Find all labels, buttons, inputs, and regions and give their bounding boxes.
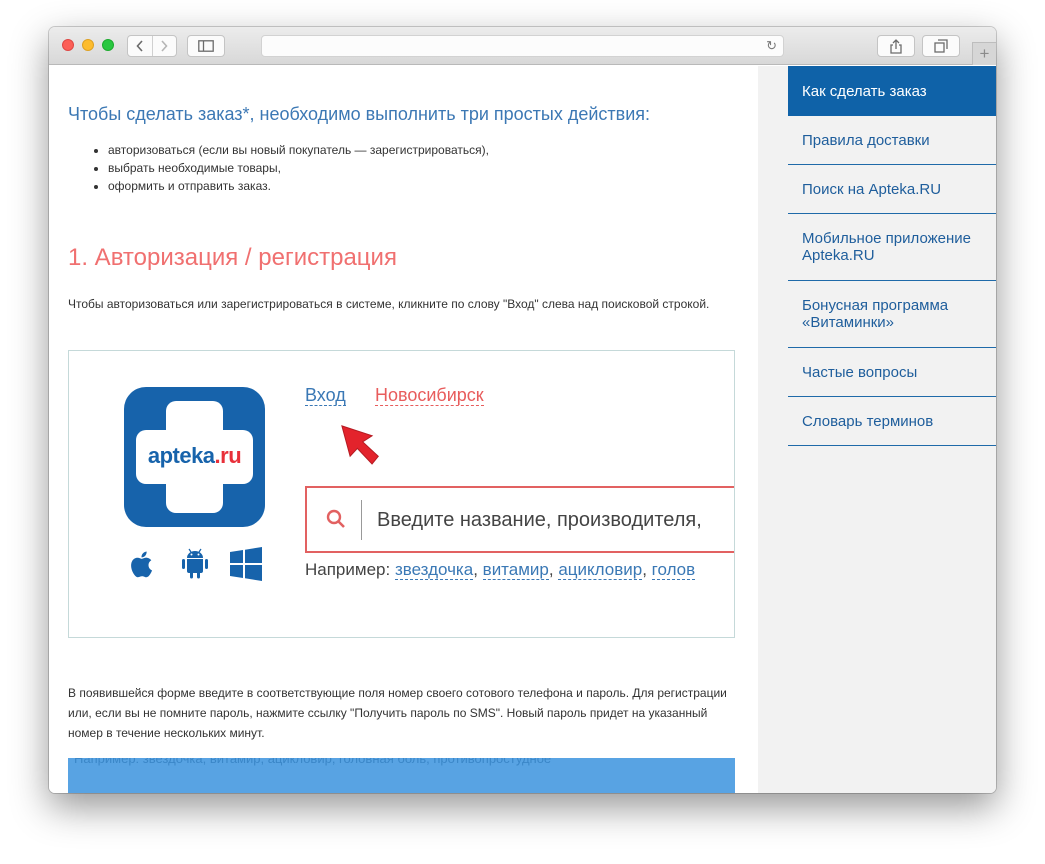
page-content: Чтобы сделать заказ*, необходимо выполни…: [49, 66, 996, 793]
list-item: оформить и отправить заказ.: [108, 177, 489, 195]
sidebar-toggle-button[interactable]: [187, 35, 225, 57]
next-screenshot-figure: Например: звездочка, витамир, ацикловир,…: [68, 758, 735, 793]
sidebar-item-faq[interactable]: Частые вопросы: [788, 348, 996, 397]
reload-icon[interactable]: ↻: [766, 38, 777, 54]
login-screenshot-figure: apteka.ru Вход Новосибирск Введите назва…: [68, 350, 735, 638]
logo-text: apteka.ru: [147, 443, 242, 468]
back-button[interactable]: [128, 36, 152, 56]
windows-icon: [230, 547, 262, 581]
close-window-button[interactable]: [62, 39, 74, 51]
sidebar-item-glossary[interactable]: Словарь терминов: [788, 397, 996, 446]
figure-search-box: Введите название, производителя,: [305, 486, 734, 553]
sidebar-item-delivery-rules[interactable]: Правила доставки: [788, 116, 996, 165]
sidebar-item-search[interactable]: Поиск на Apteka.RU: [788, 165, 996, 214]
form-instruction-paragraph: В появившейся форме введите в соответств…: [68, 686, 727, 740]
chevron-right-icon: [161, 40, 168, 52]
apple-icon: [131, 551, 153, 578]
sidebar-icon: [198, 40, 214, 52]
figure-login-link: Вход: [305, 385, 346, 406]
main-column: Чтобы сделать заказ*, необходимо выполни…: [49, 66, 758, 793]
address-bar[interactable]: ↻: [261, 35, 784, 57]
figure-search-placeholder: Введите название, производителя,: [377, 509, 702, 531]
search-icon: [326, 509, 345, 528]
figure-city-link: Новосибирск: [375, 385, 484, 406]
sidebar-item-how-to-order[interactable]: Как сделать заказ: [788, 66, 996, 116]
list-item: авторизоваться (если вы новый покупатель…: [108, 141, 489, 159]
intro-heading: Чтобы сделать заказ*, необходимо выполни…: [68, 104, 651, 124]
intro-steps: авторизоваться (если вы новый покупатель…: [108, 141, 489, 195]
apteka-logo: apteka.ru: [124, 387, 265, 527]
band-text: Например: звездочка, витамир, ацикловир,…: [74, 758, 552, 766]
share-icon: [890, 38, 902, 54]
instruction-paragraph: Чтобы авторизоваться или зарегистрироват…: [68, 297, 710, 311]
tabs-overview-button[interactable]: [922, 35, 960, 57]
history-nav: [127, 35, 177, 57]
forward-button[interactable]: [151, 36, 177, 56]
title-bar: ↻ +: [49, 27, 996, 65]
sidebar-item-mobile-app[interactable]: Мобильное приложение Apteka.RU: [788, 214, 996, 281]
new-tab-button[interactable]: +: [972, 42, 996, 65]
share-button[interactable]: [877, 35, 915, 57]
list-item: выбрать необходимые товары,: [108, 159, 489, 177]
pointer-arrow-icon: [341, 425, 379, 465]
browser-window: ↻ + Чтобы сделать заказ*, необходимо вып…: [49, 27, 996, 793]
zoom-window-button[interactable]: [102, 39, 114, 51]
tabs-icon: [934, 39, 948, 53]
figure-examples: Например: звездочка, витамир, ацикловир,…: [305, 560, 696, 580]
chevron-left-icon: [136, 40, 143, 52]
minimize-window-button[interactable]: [82, 39, 94, 51]
help-sidebar: Как сделать заказ Правила доставки Поиск…: [758, 66, 996, 793]
android-icon: [182, 548, 208, 579]
sidebar-item-bonus-program[interactable]: Бонусная программа «Витаминки»: [788, 281, 996, 348]
section-heading: 1. Авторизация / регистрация: [68, 244, 397, 271]
